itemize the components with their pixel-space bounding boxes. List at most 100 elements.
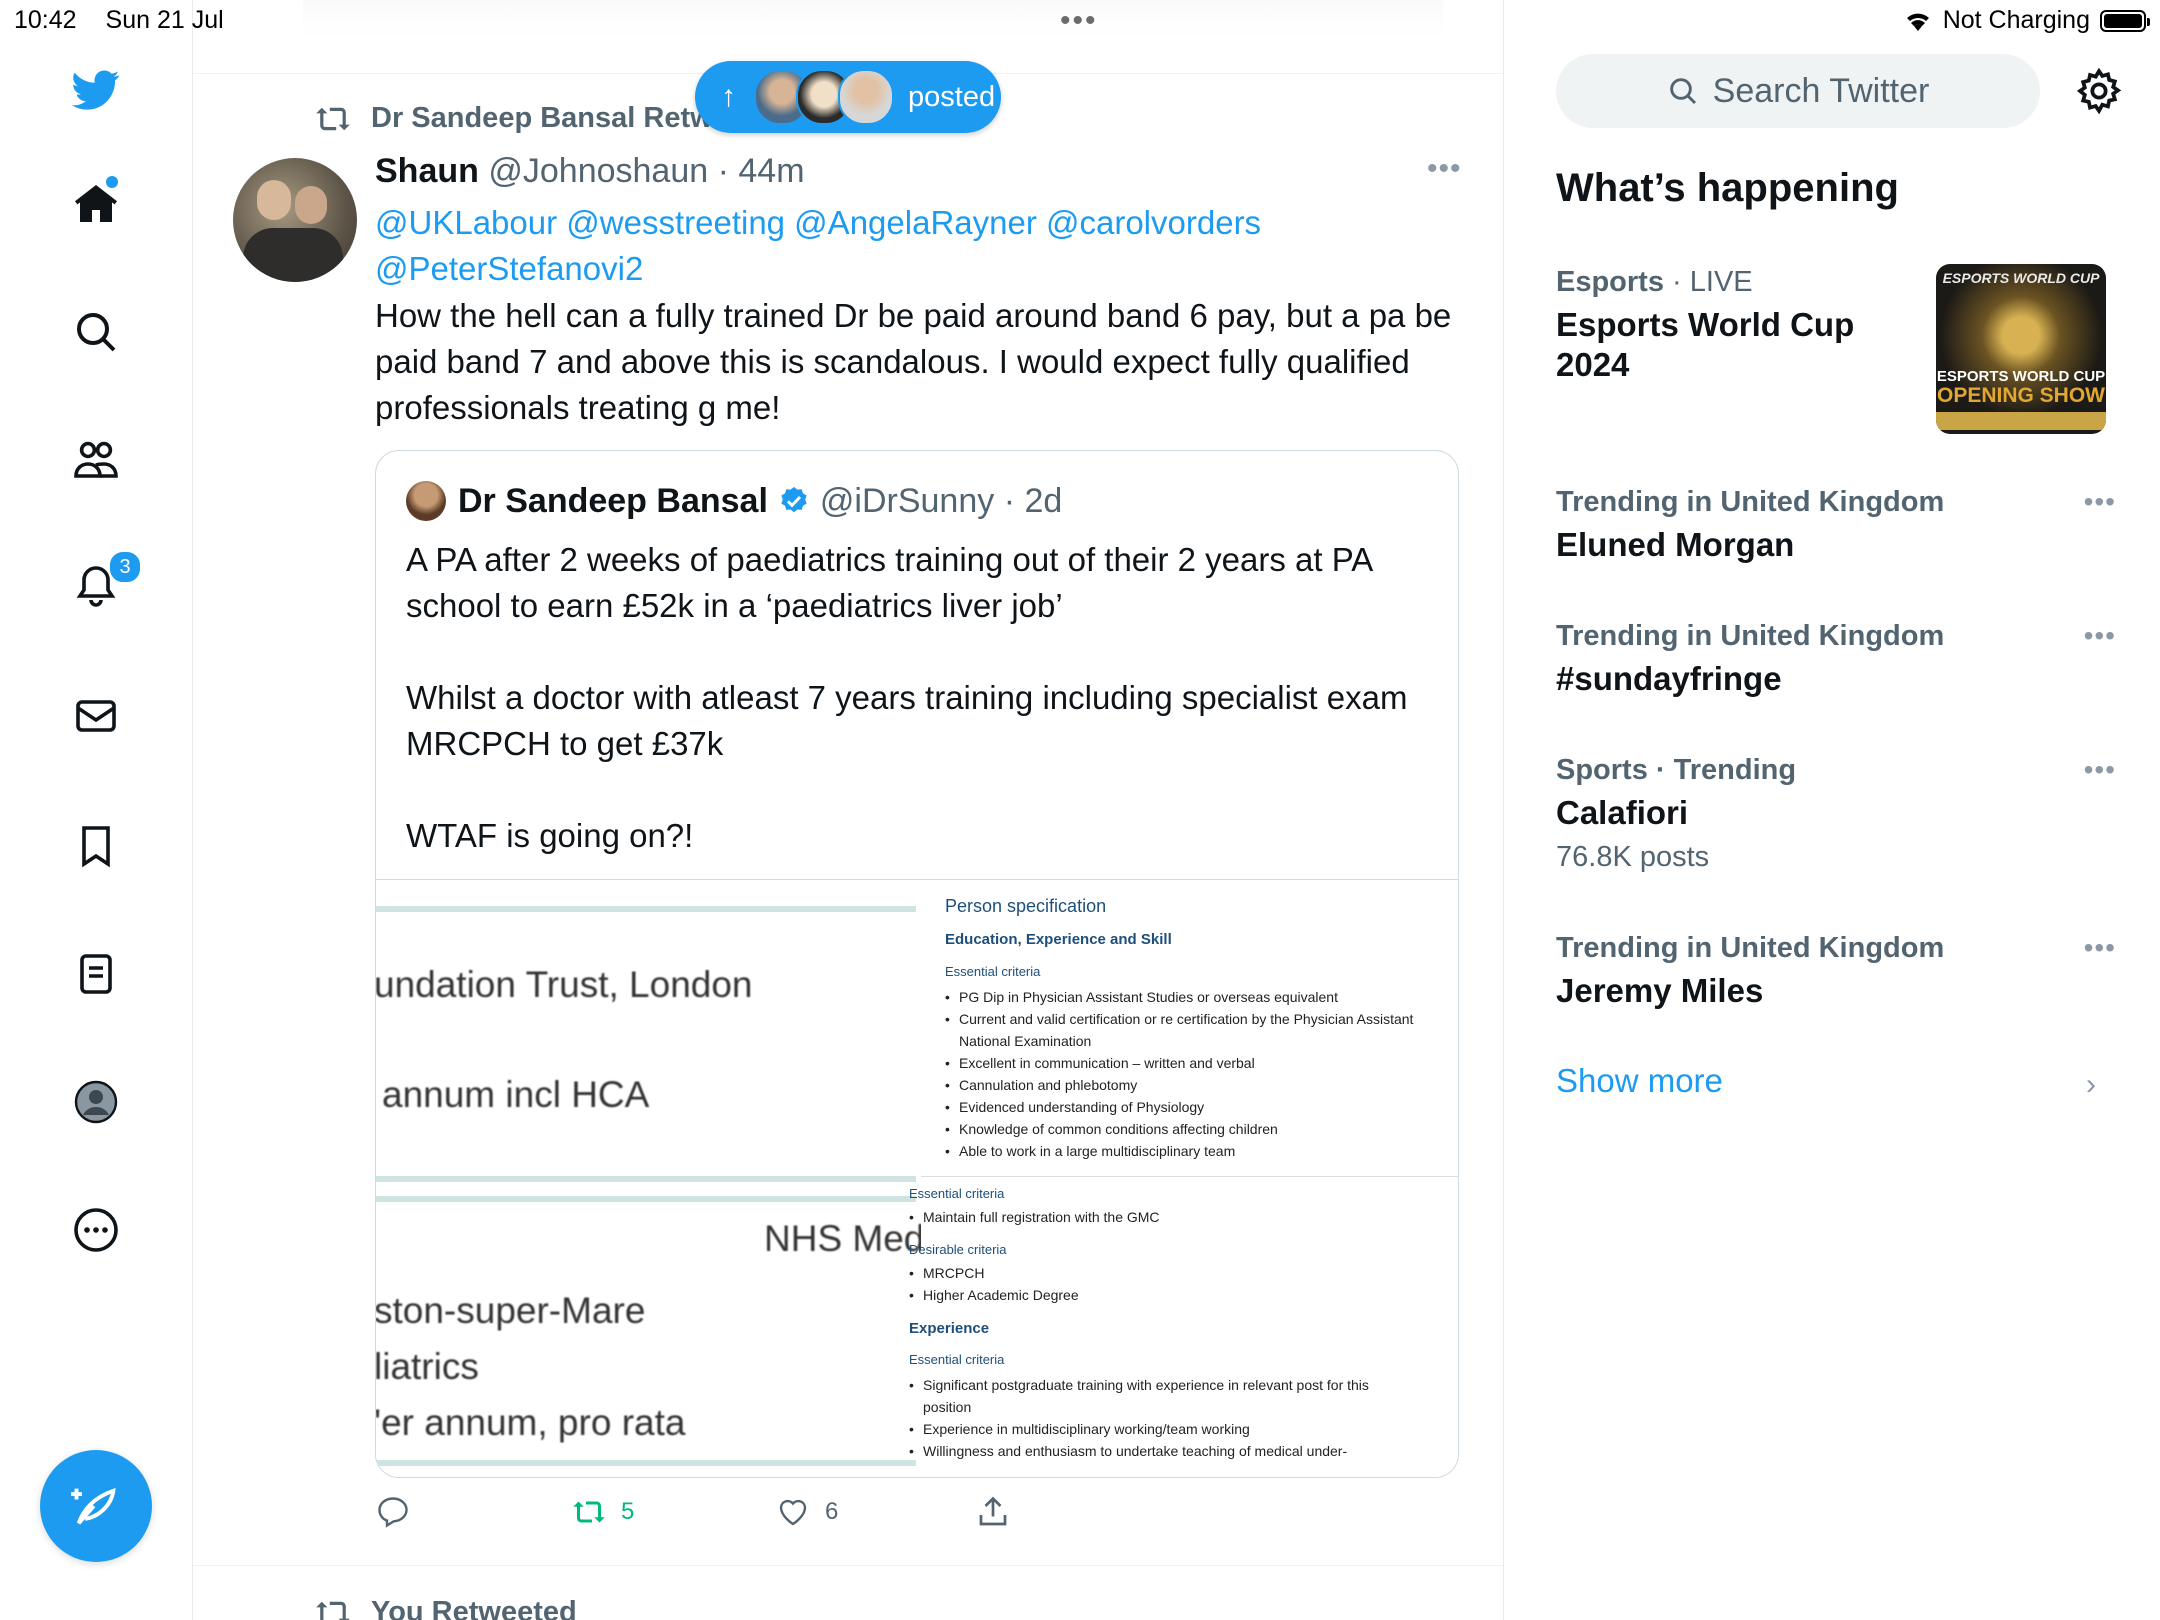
home-unread-dot [106, 176, 118, 188]
image-text: 'er annum, pro rata [376, 1402, 686, 1443]
spec-criteria-label: Essential criteria [909, 1186, 1005, 1201]
retweeted-by-text: Dr Sandeep Bansal Retw [371, 102, 713, 134]
trend-more-icon[interactable]: ••• [2084, 620, 2116, 652]
esports-world-cup-thumbnail[interactable]: ESPORTS WORLD CUP ESPORTS WORLD CUP OPEN… [1936, 264, 2106, 434]
trend-item[interactable]: Trending in United Kingdom #sundayfringe… [1556, 620, 2116, 699]
author-handle[interactable]: @Johnoshaun [488, 152, 708, 190]
status-time: 10:42 [14, 6, 77, 34]
trend-title: Eluned Morgan [1556, 526, 1795, 563]
new-posts-pill[interactable]: ↑ posted [695, 61, 1001, 133]
thumbnail-text: OPENING SHOW [1936, 384, 2105, 407]
spec-criteria-label: Essential criteria [945, 964, 1041, 979]
mentions-line[interactable]: @PeterStefanovi2 [375, 246, 1375, 292]
multitasking-dots[interactable]: ••• [1060, 4, 1098, 38]
tweet-text: How the hell can a fully trained Dr be p… [375, 297, 1452, 426]
quote-paragraph: A PA after 2 weeks of paediatrics traini… [406, 541, 1372, 624]
trend-category: Trending in United Kingdom [1556, 932, 1945, 964]
quote-attached-image[interactable]: undation Trust, London annum incl HCA NH… [376, 879, 1458, 1477]
home-icon[interactable] [66, 174, 126, 234]
trend-item[interactable]: Trending in United Kingdom Eluned Morgan… [1556, 486, 2116, 565]
spec-subheading: Experience [909, 1320, 990, 1337]
compose-tweet-button[interactable] [40, 1450, 152, 1562]
retweet-button[interactable]: 5 [571, 1494, 634, 1530]
gear-icon[interactable] [2074, 66, 2124, 116]
spec-item: Significant postgraduate training with e… [909, 1374, 1383, 1418]
spec-item: MRCPCH [909, 1262, 1383, 1284]
twitter-logo-icon[interactable] [66, 60, 126, 120]
next-retweet-context[interactable]: You Retweeted [313, 1596, 577, 1620]
like-count: 6 [825, 1498, 839, 1525]
timeline: ↑ posted Dr Sandeep Bansal Retw Shaun @J… [193, 0, 1504, 1620]
quote-paragraph: WTAF is going on?! [406, 817, 694, 854]
communities-icon[interactable] [66, 430, 126, 490]
share-icon [979, 1496, 1007, 1526]
author-name[interactable]: Shaun [375, 152, 479, 190]
tweet-mentions: @UKLabour @wesstreeting @AngelaRayner @c… [375, 200, 1375, 292]
notifications-badge: 3 [108, 550, 142, 584]
messages-envelope-icon[interactable] [66, 686, 126, 746]
search-nav-icon[interactable] [66, 302, 126, 362]
quoted-tweet[interactable]: Dr Sandeep Bansal @iDrSunny · 2d A PA af… [375, 450, 1459, 1478]
author-avatar[interactable] [233, 158, 357, 282]
status-bar: 10:42 Sun 21 Jul ••• Not Charging [0, 0, 2160, 40]
trend-category: Sports · Trending [1556, 754, 1797, 786]
heart-icon [779, 1499, 807, 1526]
image-text: annum incl HCA [382, 1074, 650, 1115]
chevron-right-icon[interactable]: › [2086, 1068, 2096, 1102]
image-text: liatrics [376, 1346, 479, 1387]
status-date: Sun 21 Jul [105, 6, 224, 34]
trend-qualifier: · LIVE [1663, 266, 1753, 298]
battery-status: Not Charging [1942, 6, 2090, 34]
mentions-line[interactable]: @UKLabour @wesstreeting @AngelaRayner @c… [375, 200, 1375, 246]
trend-more-icon[interactable]: ••• [2084, 486, 2116, 518]
trend-category: Trending in United Kingdom [1556, 620, 1945, 652]
trend-title: #sundayfringe [1556, 660, 1782, 697]
trend-title: Calafiori [1556, 794, 1689, 831]
person-specification-screenshot: Person specification Education, Experien… [909, 880, 1458, 1477]
trend-item[interactable]: Sports · Trending Calafiori 76.8K posts … [1556, 754, 2116, 874]
trend-more-icon[interactable]: ••• [2084, 932, 2116, 964]
trend-category: Esports [1556, 266, 1664, 298]
trend-category: Trending in United Kingdom [1556, 486, 1945, 518]
retweet-icon [316, 1601, 350, 1620]
image-text: undation Trust, London [376, 964, 753, 1005]
tweet-divider [193, 1565, 1503, 1566]
trend-item[interactable]: Trending in United Kingdom Jeremy Miles … [1556, 932, 2116, 1011]
search-input[interactable]: Search Twitter [1556, 54, 2040, 128]
bookmark-icon[interactable] [66, 816, 126, 876]
retweet-icon [316, 107, 350, 130]
spec-item: Current and valid certification or re ce… [945, 1008, 1419, 1052]
wifi-icon [1906, 13, 1929, 31]
quote-time: 2d [1024, 481, 1063, 520]
left-navigation: 3 [0, 0, 193, 1620]
retweet-count: 5 [621, 1498, 635, 1525]
compose-feather-icon [71, 1487, 116, 1525]
spec-heading: Person specification [945, 896, 1107, 916]
reply-button[interactable] [375, 1494, 425, 1530]
show-more-link[interactable]: Show more [1556, 1062, 1723, 1100]
spec-item: Able to work in a large multidisciplinar… [945, 1140, 1419, 1162]
arrow-up-icon: ↑ [721, 80, 736, 113]
tweet-time[interactable]: 44m [738, 152, 804, 190]
search-icon [1669, 78, 1696, 105]
spec-subheading: Education, Experience and Skill [945, 931, 1172, 948]
trend-title: Jeremy Miles [1556, 972, 1764, 1009]
battery-icon [2100, 9, 2150, 32]
trend-more-icon[interactable]: ••• [2084, 754, 2116, 786]
like-button[interactable]: 6 [775, 1494, 838, 1530]
share-button[interactable] [975, 1494, 1011, 1530]
tweet-header: Shaun @Johnoshaun · 44m [375, 152, 805, 190]
spec-item: Maintain full registration with the GMC [909, 1206, 1383, 1228]
more-options-icon[interactable] [66, 1200, 126, 1260]
thumbnail-text: ESPORTS WORLD CUP [1936, 368, 2106, 385]
lists-icon[interactable] [66, 944, 126, 1004]
reply-icon [378, 1497, 408, 1528]
retweet-context[interactable]: Dr Sandeep Bansal Retw [313, 102, 713, 135]
profile-avatar-icon[interactable] [66, 1072, 126, 1132]
quote-paragraph: Whilst a doctor with atleast 7 years tra… [406, 679, 1408, 762]
tweet-more-icon[interactable]: ••• [1427, 152, 1462, 186]
spec-criteria-label: Essential criteria [909, 1352, 1005, 1367]
spec-item: Experience in multidisciplinary working/… [909, 1418, 1383, 1440]
spec-criteria-label: Desirable criteria [909, 1242, 1007, 1257]
notifications-bell-icon[interactable]: 3 [66, 550, 142, 616]
